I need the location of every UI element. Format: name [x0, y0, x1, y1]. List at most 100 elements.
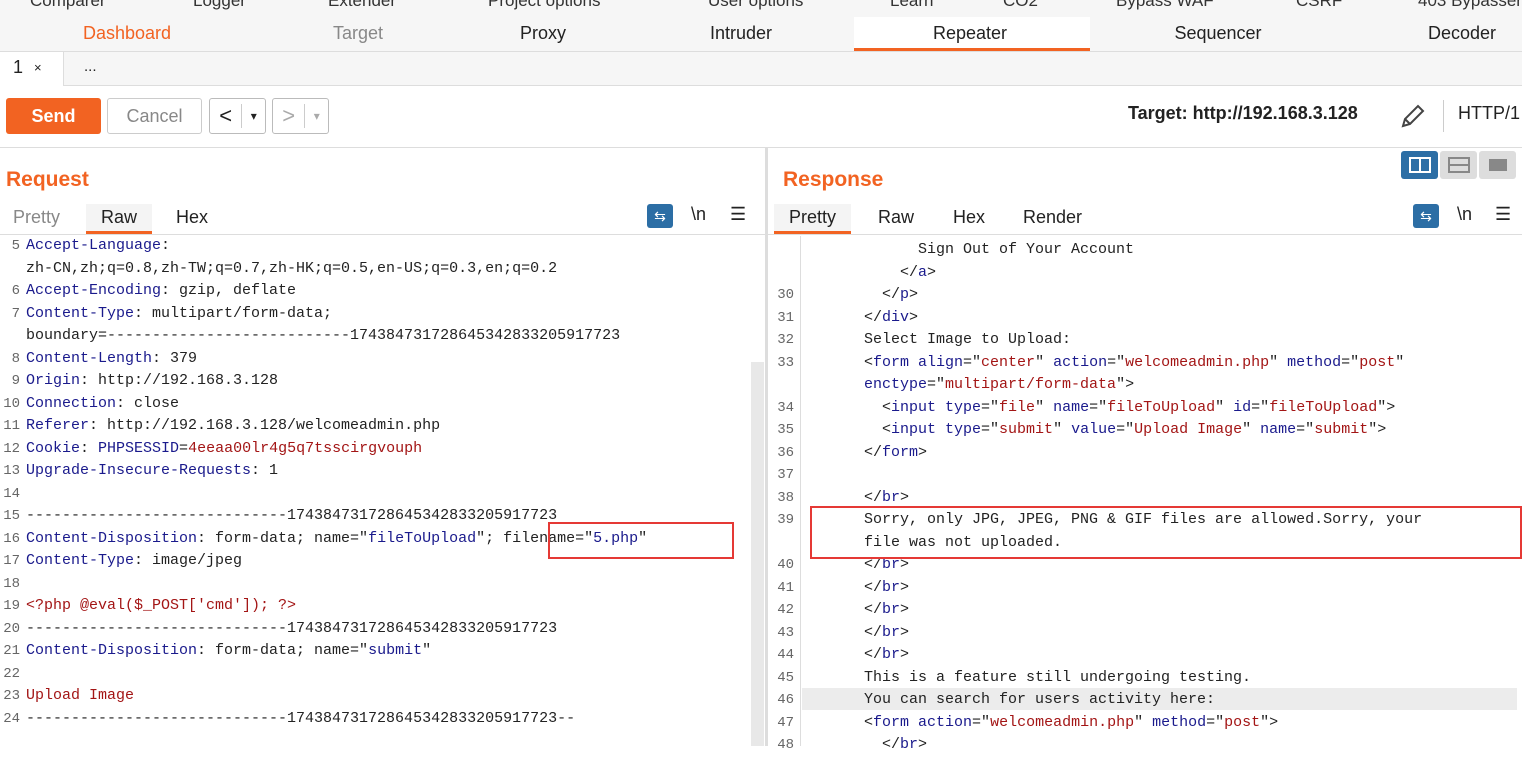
code-line: -----------------------------17438473172…: [26, 618, 647, 641]
tab-sequencer[interactable]: Sequencer: [1174, 23, 1261, 44]
wrap-lines-icon[interactable]: ⇆: [647, 204, 673, 228]
tab-target[interactable]: Target: [333, 23, 383, 44]
tab-bypass-waf[interactable]: Bypass WAF: [1116, 0, 1214, 11]
split-horizontal-icon[interactable]: [1401, 151, 1438, 179]
code-line: zh-CN,zh;q=0.8,zh-TW;q=0.7,zh-HK;q=0.5,e…: [26, 258, 647, 281]
line-number: 12: [3, 440, 20, 457]
code-token: Upgrade-Insecure-Requests: [26, 462, 252, 479]
code-token: </: [864, 488, 883, 506]
code-token: </: [864, 286, 901, 303]
pencil-icon[interactable]: [1398, 101, 1428, 131]
line-number: 10: [3, 395, 20, 412]
code-line: This is a feature still undergoing testi…: [864, 667, 1422, 690]
code-token: input type: [891, 421, 982, 438]
tab-pretty[interactable]: Pretty: [774, 204, 852, 234]
code-line: Connection: close: [26, 393, 647, 416]
tab-pretty[interactable]: Pretty: [0, 204, 75, 234]
tab-user-options[interactable]: User options: [708, 0, 803, 11]
tab-intruder[interactable]: Intruder: [710, 23, 772, 44]
main-tabs-row: Dashboard Target Proxy Intruder Repeater…: [0, 17, 1522, 52]
divider: [1443, 100, 1444, 132]
tab-raw[interactable]: Raw: [863, 204, 929, 234]
line-number: [770, 374, 794, 397]
code-token: : close: [116, 394, 180, 412]
menu-icon[interactable]: ☰: [730, 204, 746, 225]
code-token: ": [1053, 421, 1072, 438]
tab-render[interactable]: Render: [1008, 204, 1097, 234]
tab-logger[interactable]: Logger: [193, 0, 246, 11]
close-icon[interactable]: ×: [34, 60, 42, 75]
repeater-tab-1[interactable]: 1 ×: [0, 52, 64, 86]
code-line: <input type="submit" value="Upload Image…: [864, 419, 1422, 442]
new-tab-button[interactable]: ...: [84, 58, 97, 75]
code-token: ": [1035, 353, 1054, 371]
line-number: 22: [3, 665, 20, 682]
tab-learn[interactable]: Learn: [890, 0, 933, 11]
code-token: : form-data; name=": [197, 642, 369, 659]
code-token: Sign Out of Your Account: [864, 241, 1135, 258]
code-token: <: [864, 421, 892, 438]
request-editor[interactable]: Accept-Language: zh-CN,zh;q=0.8,zh-TW;q=0…: [26, 235, 647, 730]
code-token: : form-data; name=": [197, 529, 369, 547]
tab-decoder[interactable]: Decoder: [1428, 23, 1496, 44]
line-number: 23: [3, 688, 20, 704]
tab-project-options[interactable]: Project options: [488, 0, 600, 11]
chevron-down-icon[interactable]: ▾: [304, 104, 328, 128]
wrap-lines-icon[interactable]: ⇆: [1413, 204, 1439, 228]
code-token: <: [864, 398, 892, 416]
line-number: 16: [3, 530, 20, 547]
newline-icon[interactable]: \n: [691, 204, 706, 225]
code-token: : multipart/form-data;: [134, 304, 333, 322]
code-token: ">: [1116, 376, 1135, 393]
code-token: Origin: [26, 372, 81, 389]
single-view-icon[interactable]: [1479, 151, 1516, 179]
tab-hex[interactable]: Hex: [938, 204, 1000, 234]
line-number: 33: [777, 354, 794, 371]
send-button[interactable]: Send: [6, 98, 101, 134]
menu-icon[interactable]: ☰: [1495, 204, 1511, 225]
line-number: 7: [11, 305, 20, 322]
cancel-button[interactable]: Cancel: [107, 98, 202, 134]
code-token: >: [909, 286, 919, 303]
http-version-label[interactable]: HTTP/1: [1458, 103, 1520, 124]
tab-hex[interactable]: Hex: [161, 204, 223, 234]
code-line: </form>: [864, 442, 1422, 465]
tab-extender[interactable]: Extender: [328, 0, 396, 11]
tab-csrf[interactable]: CSRF: [1296, 0, 1342, 11]
tab-proxy[interactable]: Proxy: [520, 23, 566, 44]
code-token: Connection: [26, 394, 117, 412]
tab-dashboard[interactable]: Dashboard: [83, 23, 171, 44]
panel-splitter[interactable]: [765, 148, 768, 746]
tab-comparer[interactable]: Comparer: [30, 0, 106, 11]
tab-403-bypasser[interactable]: 403 Bypasser: [1418, 0, 1522, 11]
code-token: </: [864, 646, 883, 663]
code-token: -----------------------------17438473172…: [26, 709, 576, 727]
code-line: Select Image to Upload:: [864, 329, 1422, 352]
code-token: =": [972, 713, 991, 731]
code-token: :: [161, 237, 171, 254]
tab-repeater[interactable]: Repeater: [933, 23, 1007, 44]
code-token: </: [864, 578, 883, 596]
forward-button[interactable]: > ▾: [272, 98, 329, 134]
line-number: 38: [777, 489, 794, 506]
tab-co2[interactable]: CO2: [1003, 0, 1038, 11]
line-number: 5: [11, 238, 20, 254]
line-number: 11: [3, 418, 20, 434]
highlight-box-error: [810, 506, 1522, 559]
code-token: Content-Length: [26, 349, 153, 367]
split-vertical-icon[interactable]: [1440, 151, 1477, 179]
code-line: <form align="center" action="welcomeadmi…: [864, 352, 1422, 375]
tab-raw[interactable]: Raw: [86, 204, 153, 234]
response-editor[interactable]: Sign Out of Your Account </a> </p> </div>…: [864, 239, 1422, 757]
newline-icon[interactable]: \n: [1457, 204, 1472, 225]
code-token: Content-Disposition: [26, 642, 198, 659]
code-line: Content-Length: 379: [26, 348, 647, 371]
chevron-down-icon[interactable]: ▾: [241, 104, 265, 128]
request-scrollbar[interactable]: [751, 362, 764, 746]
code-token: >: [900, 578, 910, 596]
line-number: 21: [3, 643, 20, 659]
back-button[interactable]: < ▾: [209, 98, 266, 134]
line-number: 37: [777, 467, 794, 483]
code-token: fileToUpload: [368, 529, 477, 547]
